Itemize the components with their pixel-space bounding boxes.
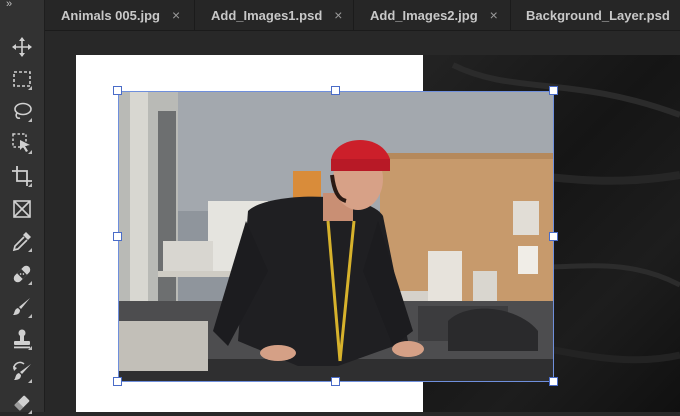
close-icon[interactable]: × (334, 7, 342, 23)
clone-stamp-tool-button[interactable] (8, 326, 36, 352)
transform-handle-top-center[interactable] (331, 86, 340, 95)
tab-add-images2[interactable]: Add_Images2.jpg × (354, 0, 511, 30)
tab-background-layer[interactable]: Background_Layer.psd (511, 0, 680, 30)
transform-handle-middle-left[interactable] (113, 232, 122, 241)
transform-handle-bottom-right[interactable] (549, 377, 558, 386)
transform-handle-middle-right[interactable] (549, 232, 558, 241)
tab-label: Background_Layer.psd (526, 7, 670, 23)
frame-icon (13, 200, 31, 218)
tab-label: Animals 005.jpg (61, 7, 160, 23)
document-tab-bar: Animals 005.jpg × Add_Images1.psd × Add_… (45, 0, 680, 31)
tab-animals-005[interactable]: Animals 005.jpg × (45, 0, 195, 30)
canvas-workspace[interactable] (45, 31, 680, 412)
tools-panel: » (0, 0, 45, 414)
transform-handle-top-right[interactable] (549, 86, 558, 95)
transform-handle-top-left[interactable] (113, 86, 122, 95)
transform-handle-bottom-center[interactable] (331, 377, 340, 386)
move-icon (12, 37, 32, 57)
brush-tool-button[interactable] (8, 294, 36, 320)
collapse-panel-icon[interactable]: » (6, 0, 12, 10)
close-icon[interactable]: × (172, 7, 180, 23)
move-tool-button[interactable] (8, 34, 36, 60)
frame-tool-button[interactable] (8, 196, 36, 222)
tab-label: Add_Images1.psd (211, 7, 323, 23)
tab-label: Add_Images2.jpg (370, 7, 478, 23)
eyedropper-tool-button[interactable] (8, 228, 36, 254)
history-brush-tool-button[interactable] (8, 359, 36, 385)
tab-add-images1[interactable]: Add_Images1.psd × (195, 0, 354, 30)
crop-tool-button[interactable] (8, 163, 36, 189)
close-icon[interactable]: × (490, 7, 498, 23)
eraser-tool-button[interactable] (8, 390, 36, 416)
lasso-tool-button[interactable] (8, 98, 36, 124)
healing-brush-tool-button[interactable] (8, 261, 36, 287)
transform-bounding-box[interactable] (118, 91, 554, 382)
transform-handle-bottom-left[interactable] (113, 377, 122, 386)
marquee-tool-button[interactable] (8, 66, 36, 92)
object-selection-tool-button[interactable] (8, 130, 36, 156)
